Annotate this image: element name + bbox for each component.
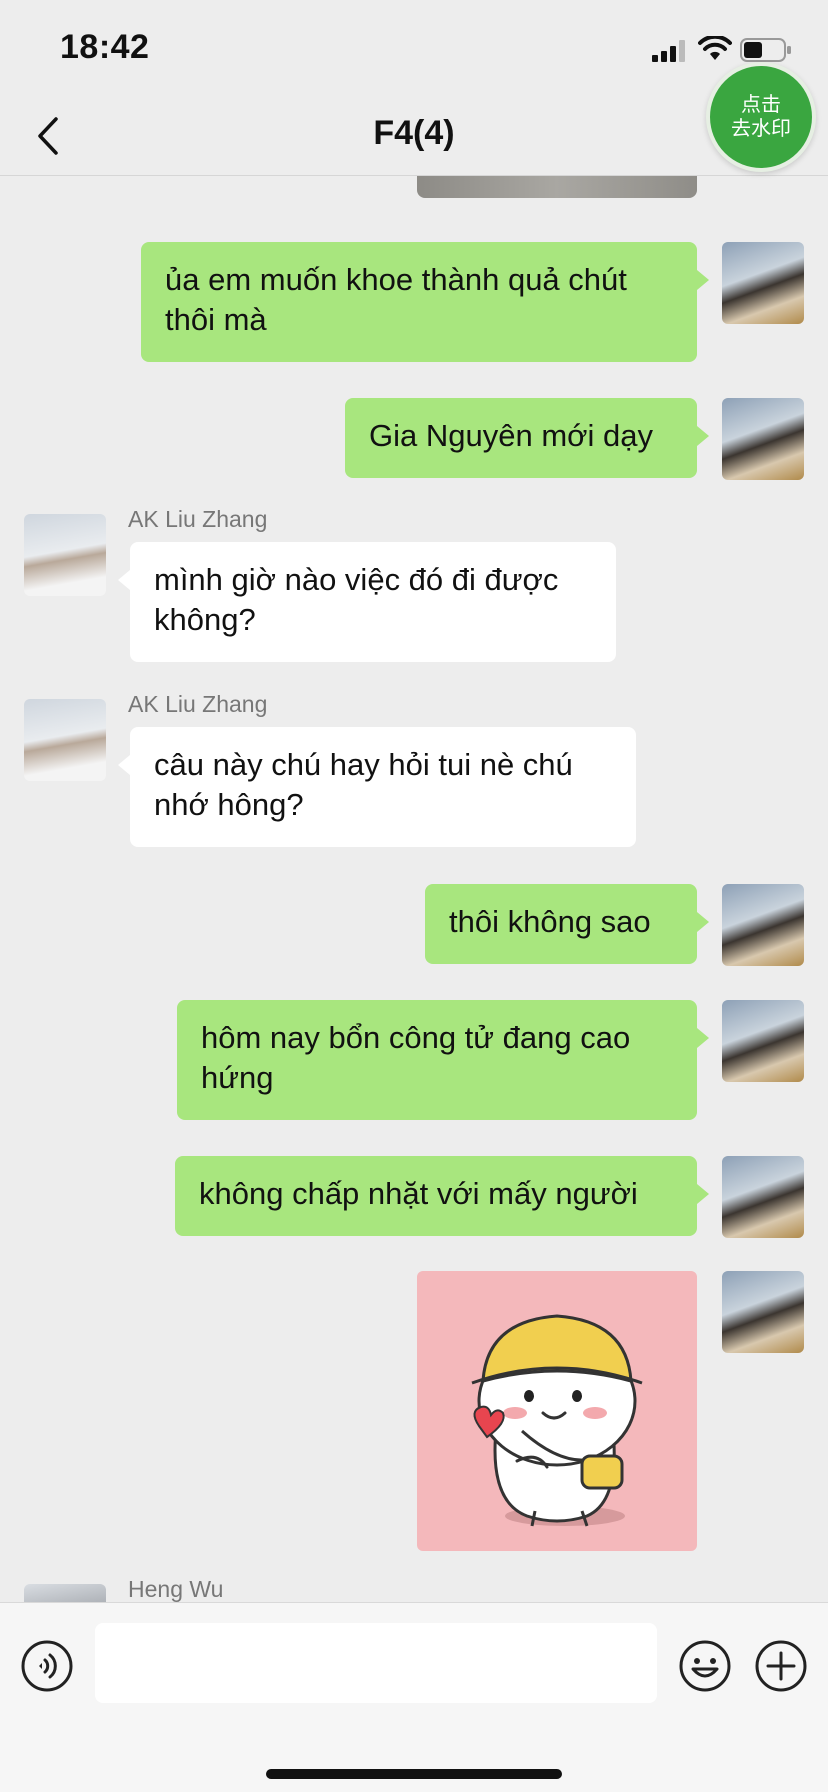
my-avatar[interactable] — [722, 1156, 804, 1238]
watermark-badge-line-2: 去水印 — [731, 118, 791, 140]
wifi-icon — [698, 36, 732, 60]
message-bubble[interactable]: ủa em muốn khoe thành quả chút thôi mà — [141, 242, 709, 362]
my-avatar[interactable] — [722, 242, 804, 324]
more-options-plus-button[interactable] — [754, 1639, 808, 1693]
sender-name: AK Liu Zhang — [128, 506, 268, 532]
battery-icon — [740, 38, 791, 62]
chat-header: F4(4) — [0, 96, 828, 176]
message-bubble[interactable]: thôi không sao — [425, 884, 709, 964]
image-message-partial[interactable] — [417, 176, 697, 198]
status-time: 18:42 — [60, 28, 150, 66]
my-avatar[interactable] — [722, 1000, 804, 1082]
message-bubble[interactable]: mình giờ nào việc đó đi được không? — [118, 542, 616, 662]
my-avatar[interactable] — [722, 884, 804, 966]
smiling-character-sticker-icon — [471, 1314, 643, 1527]
input-bar — [0, 1602, 828, 1792]
status-bar: 18:42 — [0, 0, 828, 96]
chat-title: F4(4) — [373, 114, 455, 152]
message-bubble[interactable]: hôm nay bổn công tử đang cao hứng — [177, 1000, 709, 1120]
home-indicator — [266, 1769, 562, 1779]
message-bubble[interactable]: câu này chú hay hỏi tui nè chú nhớ hông? — [118, 727, 636, 847]
my-avatar[interactable] — [722, 1271, 804, 1353]
my-avatar[interactable] — [722, 398, 804, 480]
message-list[interactable]: ủa em muốn khoe thành quả chút thôi mà G… — [0, 176, 828, 1602]
message-bubble[interactable]: không chấp nhặt với mấy người — [175, 1156, 709, 1236]
emoji-button[interactable] — [678, 1639, 732, 1693]
message-bubble[interactable]: Gia Nguyên mới dạy — [345, 398, 709, 478]
sender-avatar[interactable] — [24, 699, 106, 781]
sender-name: Heng Wu — [128, 1576, 224, 1602]
message-input[interactable] — [95, 1623, 657, 1703]
voice-input-button[interactable] — [20, 1639, 74, 1693]
remove-watermark-button[interactable]: 点击 去水印 — [706, 62, 816, 172]
watermark-badge-line-1: 点击 — [741, 94, 781, 116]
cellular-signal-icon — [652, 40, 685, 62]
sender-avatar[interactable] — [24, 1584, 106, 1602]
sender-avatar[interactable] — [24, 514, 106, 596]
sticker-message[interactable] — [417, 1271, 697, 1551]
sender-name: AK Liu Zhang — [128, 691, 268, 717]
